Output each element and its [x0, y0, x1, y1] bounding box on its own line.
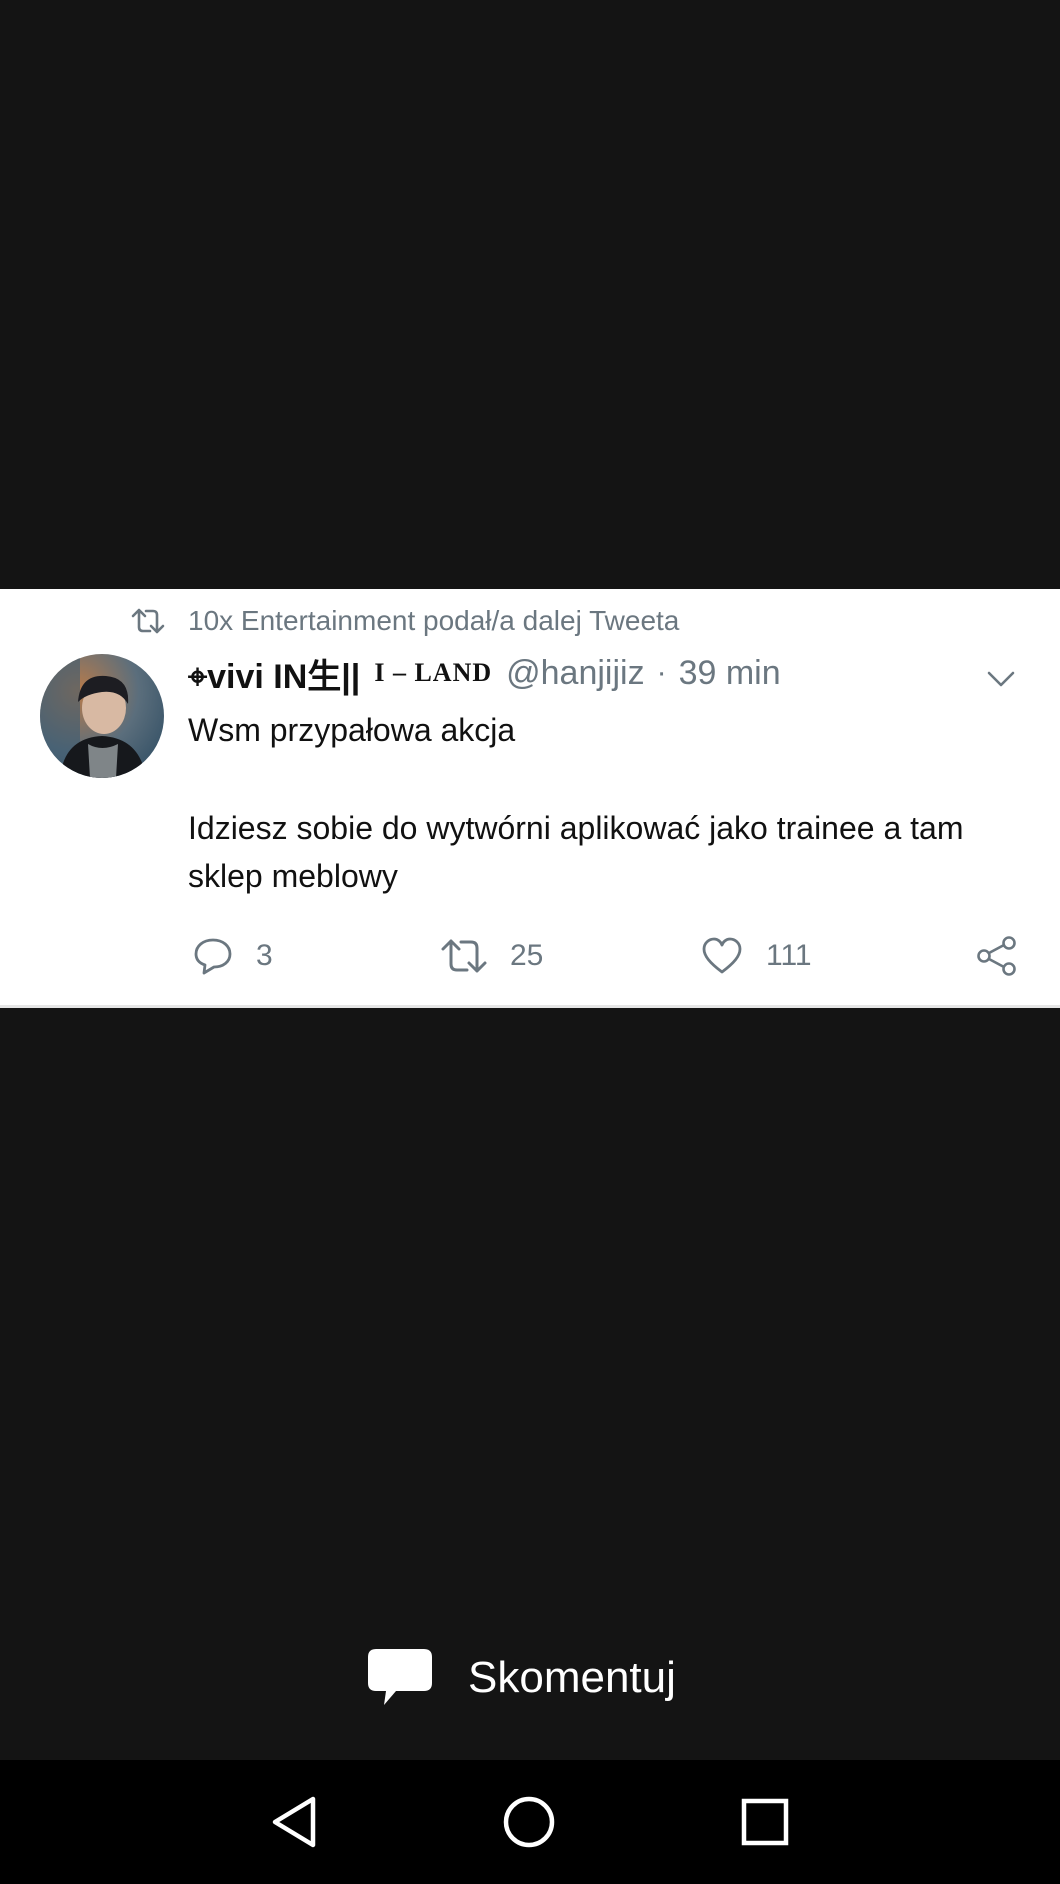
navigation-bar: [0, 1760, 1060, 1884]
chevron-down-icon[interactable]: [986, 669, 1016, 689]
tweet-text-line: Idziesz sobie do wytwórni aplikować jako…: [188, 810, 964, 894]
display-name[interactable]: ⌖vivi IN生||: [188, 649, 360, 698]
comment-button[interactable]: Skomentuj: [366, 1645, 676, 1711]
avatar-photo: [40, 654, 164, 778]
speech-bubble-icon: [368, 1649, 432, 1705]
tweet-text-line: Wsm przypałowa akcja: [188, 712, 516, 748]
display-name-suffix: I – LAND: [374, 658, 493, 687]
tweet-actions: 3 25 111: [0, 929, 1060, 983]
user-handle[interactable]: @hanjijiz: [506, 654, 644, 693]
triangle-back-icon: [272, 1796, 316, 1848]
tweet-image[interactable]: 10x Entertainment podał/a dalej Tweeta ⌖…: [0, 589, 1060, 1008]
recents-button[interactable]: [733, 1790, 797, 1854]
tweet-timestamp: 39 min: [678, 653, 781, 692]
retweet-icon: [441, 939, 487, 973]
square-recents-icon: [741, 1798, 789, 1846]
share-icon: [977, 936, 1016, 976]
retweet-note: 10x Entertainment podał/a dalej Tweeta: [130, 601, 679, 641]
retweet-count: 25: [510, 939, 544, 972]
separator-dot: ·: [656, 656, 667, 689]
avatar[interactable]: [40, 654, 164, 778]
back-button[interactable]: [262, 1790, 326, 1854]
like-count: 111: [766, 939, 812, 972]
share-button[interactable]: [975, 929, 1041, 983]
reply-icon: [194, 938, 232, 975]
comment-label: Skomentuj: [468, 1653, 676, 1702]
reply-button[interactable]: 3: [192, 929, 273, 983]
home-button[interactable]: [497, 1790, 561, 1854]
heart-icon: [702, 937, 742, 974]
retweet-icon: [131, 608, 165, 634]
retweet-button[interactable]: 25: [440, 929, 543, 983]
circle-home-icon: [503, 1796, 555, 1848]
screen: 10x Entertainment podał/a dalej Tweeta ⌖…: [0, 0, 1060, 1884]
tweet-header: ⌖vivi IN生|| I – LAND @hanjijiz · 39 min: [188, 649, 781, 698]
like-button[interactable]: 111: [700, 929, 812, 983]
retweet-note-text: 10x Entertainment podał/a dalej Tweeta: [188, 605, 680, 636]
tweet-text: Wsm przypałowa akcja Idziesz sobie do wy…: [188, 706, 1028, 900]
reply-count: 3: [256, 939, 273, 972]
